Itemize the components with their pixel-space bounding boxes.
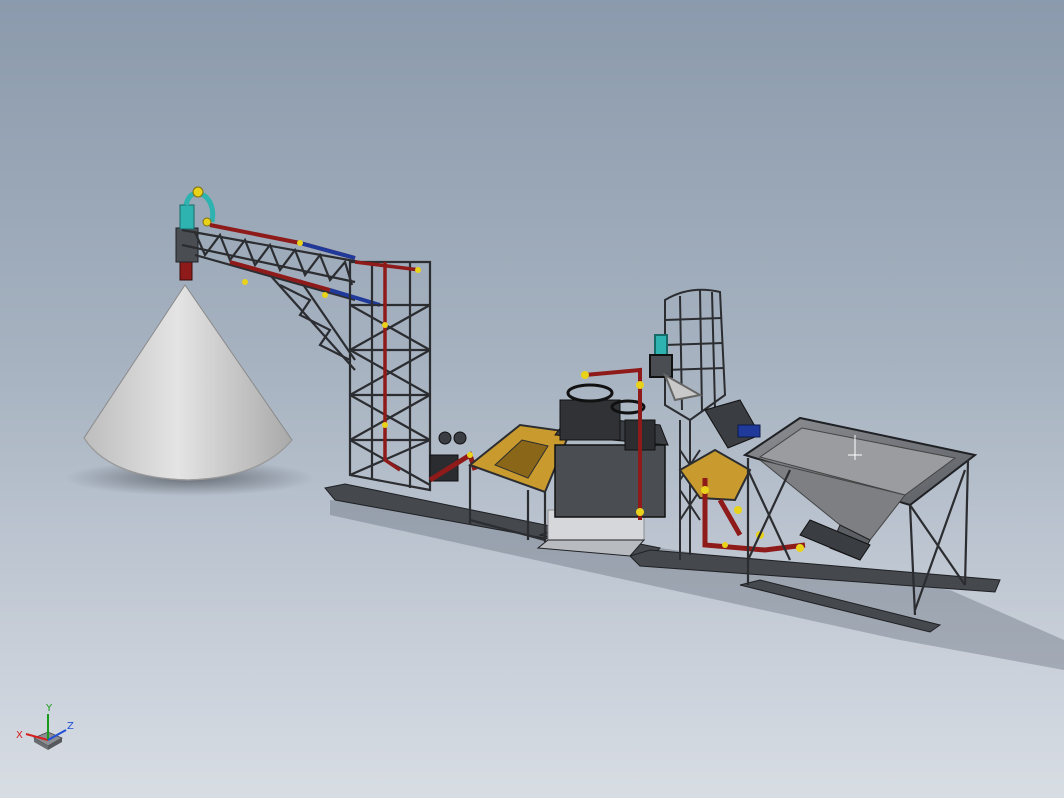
crusher-unit[interactable] bbox=[554, 367, 669, 520]
x-axis-label: X bbox=[16, 730, 23, 741]
pump-assembly[interactable] bbox=[428, 431, 478, 483]
cone-stockpile[interactable] bbox=[83, 284, 293, 481]
coordinate-triad: X Y Z bbox=[16, 703, 74, 750]
assembly-model[interactable] bbox=[0, 0, 1064, 798]
support-tower[interactable] bbox=[348, 260, 432, 492]
y-axis-label: Y bbox=[45, 703, 53, 714]
inclined-feeder[interactable] bbox=[704, 399, 761, 449]
cad-viewport[interactable]: X Y Z bbox=[0, 0, 1064, 798]
z-axis-label: Z bbox=[67, 721, 74, 732]
